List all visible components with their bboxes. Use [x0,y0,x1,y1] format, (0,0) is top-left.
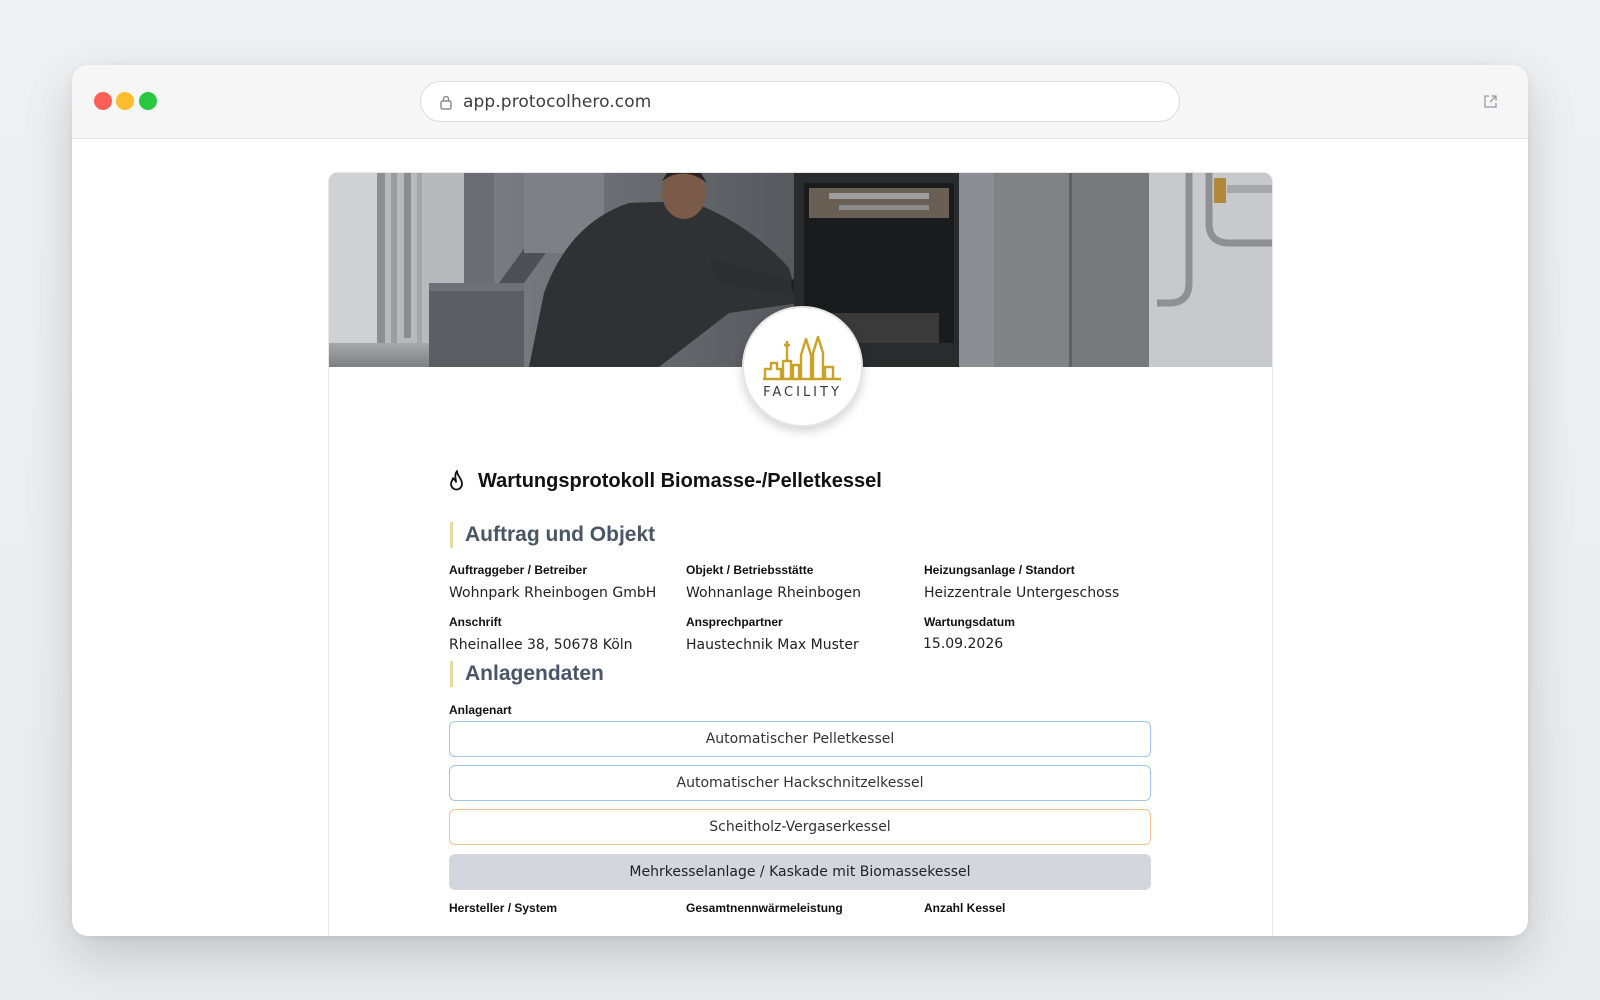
flame-icon [450,470,463,491]
label-anlagenart: Anlagenart [449,703,512,717]
section-accent-bar [450,661,453,687]
label-heizungsanlage: Heizungsanlage / Standort [924,563,1075,577]
facility-logo: FACILITY [742,306,863,427]
section-anlagen-header: Anlagendaten [450,661,604,687]
address-bar[interactable]: app.protocolhero.com [420,81,1180,122]
section-accent-bar [450,522,453,548]
logo-text: FACILITY [763,385,842,400]
browser-window: app.protocolhero.com FACILITY Wartungspr… [72,65,1528,936]
skyline-logo-icon [762,335,841,381]
browser-toolbar: app.protocolhero.com [72,65,1528,139]
close-window-button[interactable] [94,92,112,110]
label-objekt: Objekt / Betriebsstätte [686,563,814,577]
label-gesamtnennwaermeleistung: Gesamtnennwärmeleistung [686,901,843,915]
label-ansprechpartner: Ansprechpartner [686,615,783,629]
label-auftraggeber: Auftraggeber / Betreiber [449,563,588,577]
value-objekt[interactable]: Wohnanlage Rheinbogen [686,585,861,601]
option-scheitholz[interactable]: Scheitholz-Vergaserkessel [449,809,1151,845]
page-title: Wartungsprotokoll Biomasse-/Pelletkessel [478,469,882,492]
protocol-title-row: Wartungsprotokoll Biomasse-/Pelletkessel [446,469,882,493]
lock-icon [440,95,452,110]
label-anschrift: Anschrift [449,615,502,629]
url-text: app.protocolhero.com [463,91,652,112]
value-heizungsanlage[interactable]: Heizzentrale Untergeschoss [924,585,1119,601]
option-hackschnitzelkessel[interactable]: Automatischer Hackschnitzelkessel [449,765,1151,801]
label-anzahl-kessel: Anzahl Kessel [924,901,1006,915]
label-wartungsdatum: Wartungsdatum [924,615,1015,629]
page-viewport: FACILITY Wartungsprotokoll Biomasse-/Pel… [72,140,1528,936]
label-hersteller: Hersteller / System [449,901,558,915]
minimize-window-button[interactable] [116,92,134,110]
external-link-icon[interactable] [1483,94,1498,109]
section-title-auftrag: Auftrag und Objekt [465,523,656,546]
value-anschrift[interactable]: Rheinallee 38, 50678 Köln [449,637,633,653]
value-wartungsdatum[interactable]: 15.09.2026 [923,636,1003,652]
value-auftraggeber[interactable]: Wohnpark Rheinbogen GmbH [449,585,656,601]
option-mehrkesselanlage[interactable]: Mehrkesselanlage / Kaskade mit Biomassek… [449,854,1151,890]
section-auftrag-header: Auftrag und Objekt [450,522,655,548]
value-ansprechpartner[interactable]: Haustechnik Max Muster [686,637,859,653]
maximize-window-button[interactable] [139,92,157,110]
option-pelletkessel[interactable]: Automatischer Pelletkessel [449,721,1151,757]
protocol-card: FACILITY Wartungsprotokoll Biomasse-/Pel… [328,172,1273,936]
section-title-anlagendaten: Anlagendaten [465,662,604,685]
